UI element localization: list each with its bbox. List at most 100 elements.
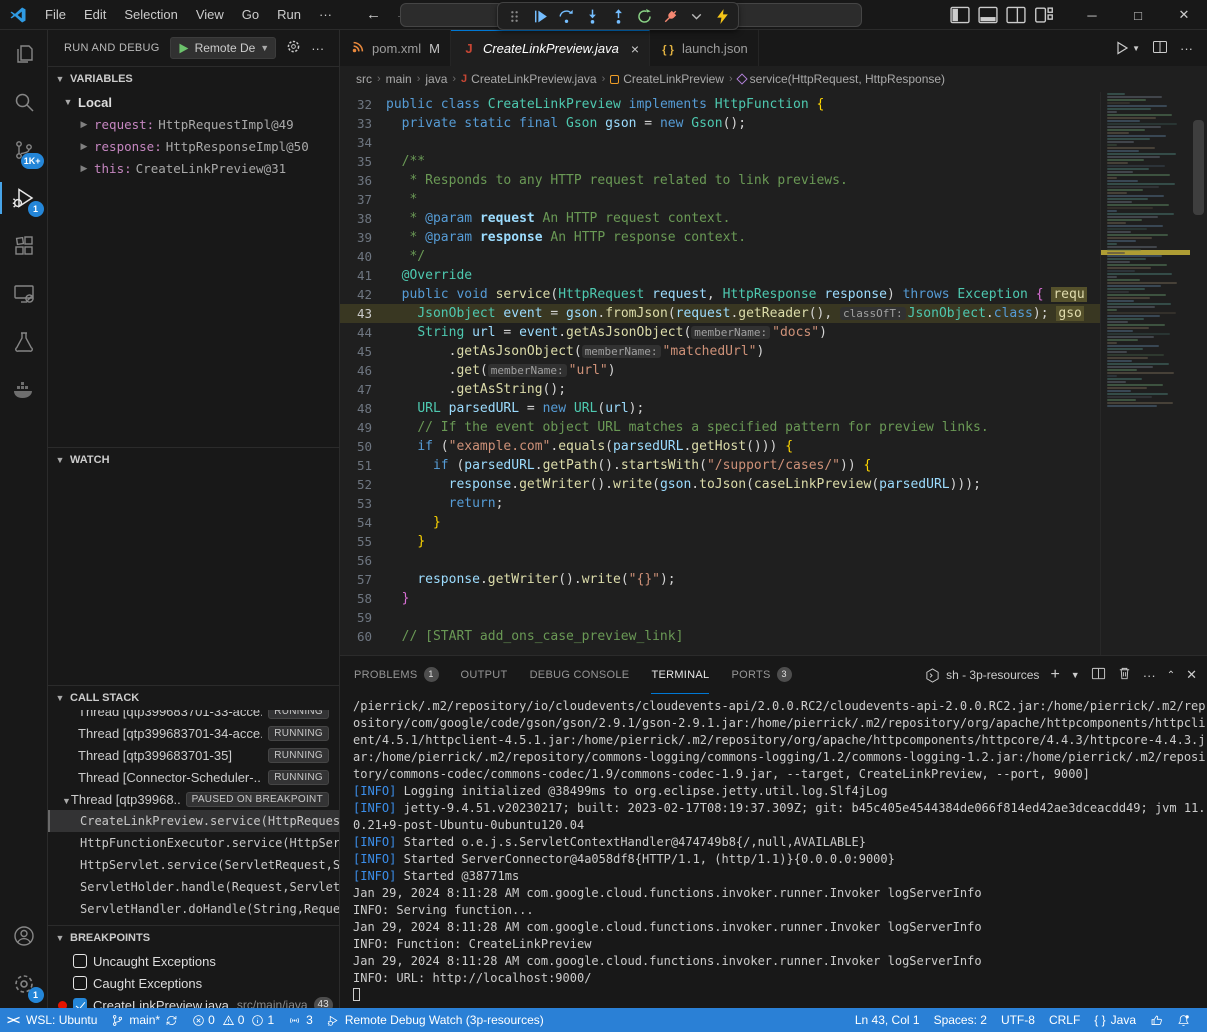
activity-testing-icon[interactable] [0,318,48,366]
step-into-button[interactable] [580,4,604,28]
code-line[interactable]: 57 response.getWriter().write("{}"); [340,570,1100,589]
toggle-secondary-sidebar-icon[interactable] [1005,4,1027,26]
stack-frame[interactable]: ServletHandler.doHandle(String,Reque [48,898,339,920]
breakpoints-header[interactable]: ▼BREAKPOINTS [48,926,339,950]
activity-extensions-icon[interactable] [0,222,48,270]
stack-frame[interactable]: HttpServlet.service(ServletRequest,S [48,854,339,876]
debug-toolbar-chevron-icon[interactable] [684,4,708,28]
code-line[interactable]: 36 * Responds to any HTTP request relate… [340,171,1100,190]
code-line[interactable]: 56 [340,551,1100,570]
code-line[interactable]: 45 .getAsJsonObject(memberName:"matchedU… [340,342,1100,361]
code-line[interactable]: 37 * [340,190,1100,209]
back-arrow-icon[interactable]: ← [366,6,381,23]
code-line[interactable]: 52 response.getWriter().write(gson.toJso… [340,475,1100,494]
activity-remote-explorer-icon[interactable] [0,270,48,318]
menu-run[interactable]: Run [269,4,309,25]
call-stack-thread[interactable]: ▼Thread [qtp39968...PAUSED ON BREAKPOINT [48,788,339,810]
activity-files-icon[interactable] [0,30,48,78]
code-line[interactable]: 40 */ [340,247,1100,266]
close-button[interactable]: ✕ [1161,0,1207,30]
menu-···[interactable]: ··· [311,4,340,25]
notifications-bell-icon[interactable] [1170,1014,1197,1027]
tab-close-icon[interactable]: × [631,41,639,57]
terminal-instance-label[interactable]: sh - 3p-resources [925,668,1039,683]
cursor-position[interactable]: Ln 43, Col 1 [848,1013,927,1027]
close-panel-icon[interactable]: ✕ [1186,667,1197,683]
code-line[interactable]: 60 // [START add_ons_case_preview_link] [340,627,1100,646]
code-line[interactable]: 47 .getAsString(); [340,380,1100,399]
breakpoint-row[interactable]: Caught Exceptions [48,972,339,994]
call-stack-header[interactable]: ▼CALL STACK [48,686,339,710]
activity-source-control-icon[interactable]: 1K+ [0,126,48,174]
debug-session-status[interactable]: Remote Debug Watch (3p-resources) [320,1008,551,1032]
watch-header[interactable]: ▼WATCH [48,448,339,472]
breakpoint-checkbox[interactable] [73,998,87,1008]
breadcrumb-item[interactable]: main [386,72,412,86]
minimap[interactable] [1100,92,1190,655]
editor-more-actions-icon[interactable]: ··· [1180,41,1193,56]
problems-status[interactable]: 0 0 1 [185,1008,281,1032]
breakpoint-checkbox[interactable] [73,954,87,968]
step-out-button[interactable] [606,4,630,28]
code-line[interactable]: 39 * @param response An HTTP response co… [340,228,1100,247]
tab-CreateLinkPreview.java[interactable]: JCreateLinkPreview.java× [451,30,650,66]
maximize-button[interactable]: □ [1115,0,1161,30]
call-stack-thread[interactable]: Thread [qtp399683701-33-acce...RUNNING [48,710,339,722]
panel-tab-ports[interactable]: PORTS3 [731,656,791,694]
indentation-status[interactable]: Spaces: 2 [927,1013,994,1027]
code-line[interactable]: 55 } [340,532,1100,551]
call-stack-thread[interactable]: Thread [qtp399683701-34-acce...RUNNING [48,722,339,744]
encoding-status[interactable]: UTF-8 [994,1013,1042,1027]
activity-run-debug-icon[interactable]: 1 [0,174,48,222]
debug-settings-gear-icon[interactable] [286,39,301,57]
code-line[interactable]: 49 // If the event object URL matches a … [340,418,1100,437]
activity-search-icon[interactable] [0,78,48,126]
menu-selection[interactable]: Selection [116,4,185,25]
code-line[interactable]: 43▶ JsonObject event = gson.fromJson(req… [340,304,1100,323]
customize-layout-icon[interactable] [1033,4,1055,26]
editor-scrollbar[interactable] [1190,92,1207,655]
split-editor-icon[interactable] [1152,39,1168,58]
activity-docker-icon[interactable] [0,366,48,414]
sidebar-more-actions-icon[interactable]: ··· [311,41,324,56]
panel-tab-debug-console[interactable]: DEBUG CONSOLE [530,656,630,694]
continue-button[interactable] [528,4,552,28]
tab-launch.json[interactable]: { }launch.json [650,30,759,66]
menu-go[interactable]: Go [234,4,267,25]
panel-tab-output[interactable]: OUTPUT [461,656,508,694]
activity-account-icon[interactable] [0,912,48,960]
terminal-dropdown-icon[interactable]: ▼ [1071,670,1080,680]
git-branch-status[interactable]: main* [104,1008,185,1032]
kill-terminal-icon[interactable] [1117,666,1132,684]
launch-config-picker[interactable]: Remote De ▼ [170,37,277,59]
breakpoint-row[interactable]: CreateLinkPreview.javasrc/main/java43 [48,994,339,1008]
ports-status[interactable]: 3 [281,1008,320,1032]
panel-tab-problems[interactable]: PROBLEMS1 [354,656,439,694]
code-line[interactable]: 54 } [340,513,1100,532]
feedback-icon[interactable] [1143,1014,1170,1027]
tab-pom.xml[interactable]: pom.xmlM [340,30,451,66]
new-terminal-icon[interactable]: + [1050,666,1059,684]
toggle-sidebar-icon[interactable] [949,4,971,26]
code-line[interactable]: 34 [340,133,1100,152]
code-line[interactable]: 33 private static final Gson gson = new … [340,114,1100,133]
toggle-panel-icon[interactable] [977,4,999,26]
code-line[interactable]: 53 return; [340,494,1100,513]
code-line[interactable]: 41 @Override [340,266,1100,285]
stack-frame[interactable]: CreateLinkPreview.service(HttpReques [48,810,339,832]
code-line[interactable]: 59 [340,608,1100,627]
split-terminal-icon[interactable] [1091,666,1106,684]
variables-header[interactable]: ▼VARIABLES [48,67,339,91]
breakpoint-checkbox[interactable] [73,976,87,990]
call-stack-thread[interactable]: Thread [qtp399683701-35]RUNNING [48,744,339,766]
breadcrumb-item[interactable]: JCreateLinkPreview.java [461,72,597,86]
code-line[interactable]: 44 String url = event.getAsJsonObject(me… [340,323,1100,342]
call-stack-thread[interactable]: Thread [Connector-Scheduler-...RUNNING [48,766,339,788]
menu-file[interactable]: File [37,4,74,25]
panel-more-actions-icon[interactable]: ··· [1143,668,1156,683]
variables-scope-local[interactable]: ▼Local [48,91,339,113]
activity-settings-gear-icon[interactable]: 1 [0,960,48,1008]
hot-code-replace-button[interactable] [710,4,734,28]
breakpoint-row[interactable]: Uncaught Exceptions [48,950,339,972]
stack-frame[interactable]: HttpFunctionExecutor.service(HttpSer [48,832,339,854]
